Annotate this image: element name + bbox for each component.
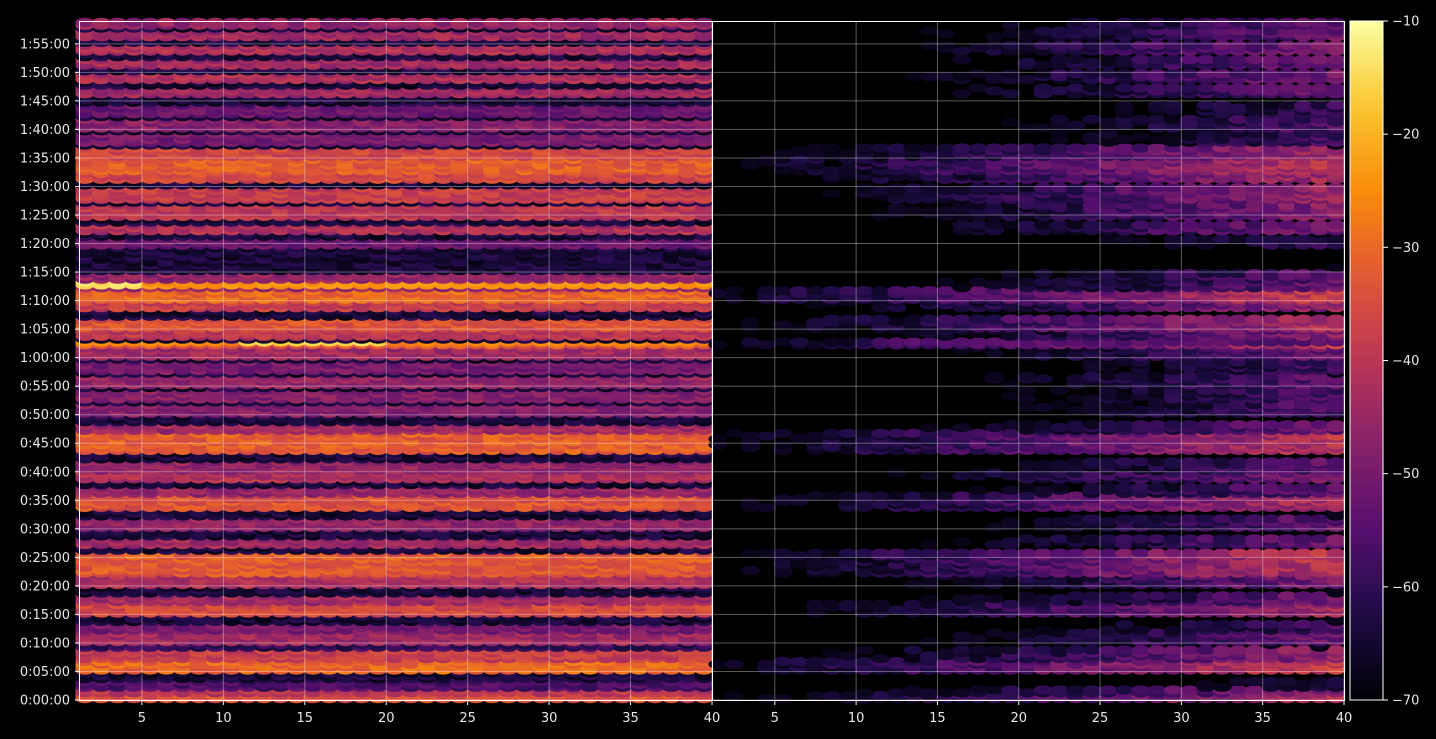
heatmap-figure: 0:00:000:05:000:10:000:15:000:20:000:25:…: [0, 0, 1436, 739]
left-panel-cells: [75, 17, 714, 704]
